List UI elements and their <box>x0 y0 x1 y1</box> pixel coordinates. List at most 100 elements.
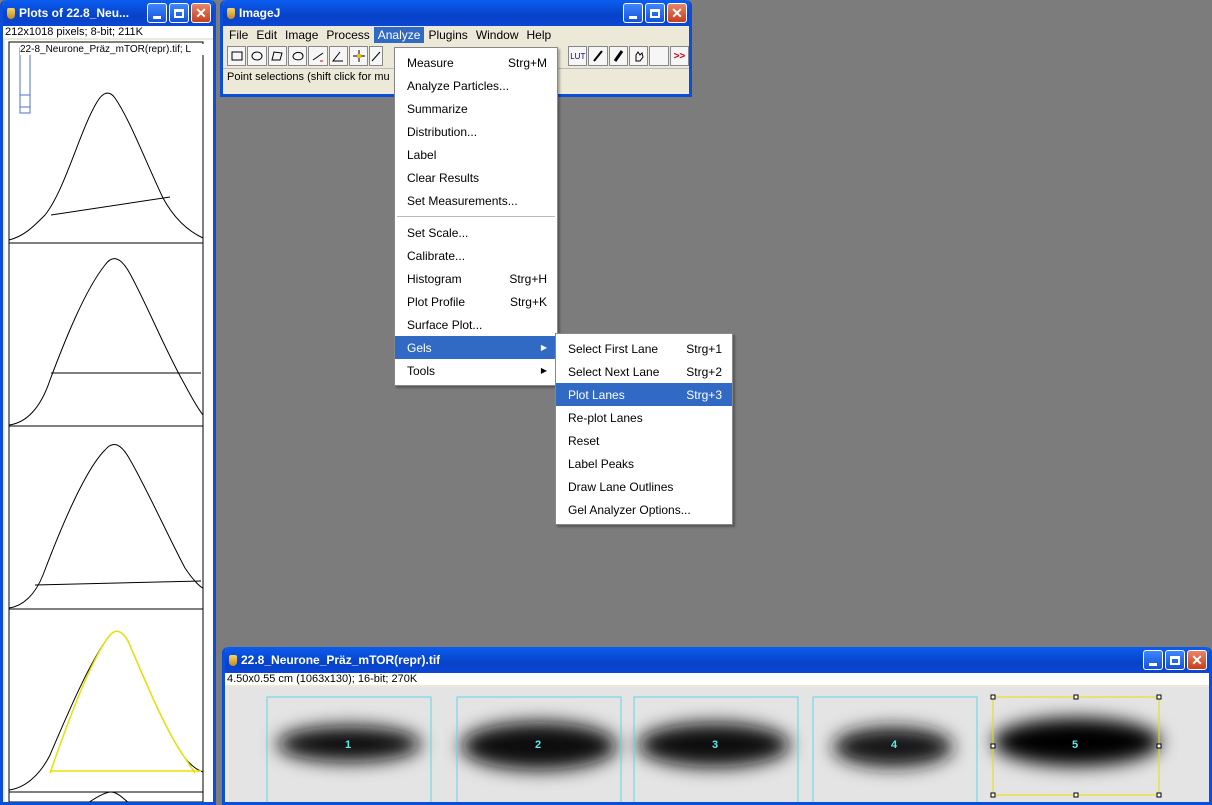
maximize-icon <box>1170 655 1180 665</box>
menu-item-label[interactable]: Label <box>395 143 557 166</box>
menu-image[interactable]: Image <box>281 27 322 43</box>
analyze-menu: Measure Strg+M Analyze Particles... Summa… <box>394 47 558 386</box>
menu-item-re-plot-lanes[interactable]: Re-plot Lanes <box>556 406 732 429</box>
gel-window-title: 22.8_Neurone_Präz_mTOR(repr).tif <box>241 653 441 667</box>
java-cup-icon <box>227 7 235 19</box>
menu-item-histogram[interactable]: Histogram Strg+H <box>395 267 557 290</box>
line-tool[interactable] <box>308 46 328 66</box>
oval-tool[interactable] <box>247 46 267 66</box>
menu-item-measure[interactable]: Measure Strg+M <box>395 51 557 74</box>
hand-icon <box>635 51 644 62</box>
brush-icon <box>614 50 624 62</box>
point-tool[interactable] <box>348 46 369 66</box>
close-button[interactable]: ✕ <box>191 3 211 23</box>
menu-item-plot-lanes[interactable]: Plot Lanes Strg+3 <box>556 383 732 406</box>
freehand-icon <box>292 51 304 61</box>
menu-item-summarize[interactable]: Summarize <box>395 97 557 120</box>
menu-item-clear-results[interactable]: Clear Results <box>395 166 557 189</box>
maximize-button[interactable] <box>169 3 189 23</box>
lane-label: 5 <box>1072 739 1079 751</box>
java-cup-icon <box>7 7 15 19</box>
close-button[interactable]: ✕ <box>1187 650 1207 670</box>
lut-label: LUT <box>570 51 586 61</box>
maximize-button[interactable] <box>1165 650 1185 670</box>
gel-title-bar[interactable]: 22.8_Neurone_Präz_mTOR(repr).tif ✕ <box>225 647 1209 673</box>
submenu-arrow-icon: ▶ <box>540 343 547 352</box>
wand-tool[interactable] <box>369 46 384 66</box>
menu-plugins[interactable]: Plugins <box>424 27 471 43</box>
blank-tool[interactable] <box>649 46 669 66</box>
menu-process[interactable]: Process <box>322 27 373 43</box>
hand-tool[interactable] <box>629 46 649 66</box>
lut-tool[interactable]: LUT <box>568 46 588 66</box>
menu-edit[interactable]: Edit <box>252 27 281 43</box>
freehand-tool[interactable] <box>287 46 308 66</box>
angle-tool[interactable] <box>328 46 348 66</box>
menu-file[interactable]: File <box>225 27 252 43</box>
lane-label: 2 <box>535 739 542 751</box>
gel-image <box>229 687 1209 802</box>
menu-item-label-peaks[interactable]: Label Peaks <box>556 452 732 475</box>
menu-item-calibrate[interactable]: Calibrate... <box>395 244 557 267</box>
menu-item-set-scale[interactable]: Set Scale... <box>395 221 557 244</box>
imagej-title-bar[interactable]: ImageJ ✕ <box>223 0 689 26</box>
lane-label: 4 <box>891 739 898 751</box>
line-icon <box>312 52 324 62</box>
submenu-arrow-icon: ▶ <box>540 366 547 375</box>
lane-4-profile <box>8 630 204 791</box>
brush-tool[interactable] <box>608 46 629 66</box>
gel-canvas[interactable]: 1 2 3 4 5 <box>229 687 1209 802</box>
gels-submenu: Select First Lane Strg+1 Select Next Lane… <box>555 333 733 525</box>
close-button[interactable]: ✕ <box>667 3 687 23</box>
lane-label: 1 <box>345 739 352 751</box>
menu-item-set-measurements[interactable]: Set Measurements... <box>395 189 557 212</box>
menu-window[interactable]: Window <box>472 27 523 43</box>
more-tools-button[interactable]: >> <box>669 46 689 66</box>
maximize-icon <box>174 8 184 18</box>
polygon-tool[interactable] <box>267 46 287 66</box>
wand-icon <box>371 51 381 62</box>
rectangle-tool[interactable] <box>227 46 247 66</box>
rectangle-icon <box>231 51 243 61</box>
lane-profile-plots <box>8 41 204 802</box>
maximize-button[interactable] <box>645 3 665 23</box>
menu-item-analyze-particles[interactable]: Analyze Particles... <box>395 74 557 97</box>
lane-2-profile <box>8 258 204 426</box>
menu-item-reset[interactable]: Reset <box>556 429 732 452</box>
plots-caption: 22-8_Neurone_Präz_mTOR(repr).tif; L <box>20 44 208 55</box>
menu-item-surface-plot[interactable]: Surface Plot... <box>395 313 557 336</box>
lane-4-highlight <box>49 630 196 774</box>
pencil-icon <box>593 50 603 62</box>
minimize-icon <box>153 15 161 19</box>
lane-1-baseline <box>50 196 171 216</box>
menu-item-select-next-lane[interactable]: Select Next Lane Strg+2 <box>556 360 732 383</box>
menu-help[interactable]: Help <box>523 27 556 43</box>
menu-analyze[interactable]: Analyze <box>373 27 425 43</box>
plots-canvas[interactable] <box>5 40 213 802</box>
menu-item-distribution[interactable]: Distribution... <box>395 120 557 143</box>
menu-item-draw-lane-outlines[interactable]: Draw Lane Outlines <box>556 475 732 498</box>
close-icon: ✕ <box>671 5 683 21</box>
lane-label: 3 <box>712 739 719 751</box>
menu-item-tools[interactable]: Tools ▶ <box>395 359 557 382</box>
java-cup-icon <box>229 654 237 666</box>
minimize-icon <box>629 15 637 19</box>
menu-item-plot-profile[interactable]: Plot Profile Strg+K <box>395 290 557 313</box>
minimize-button[interactable] <box>147 3 167 23</box>
angle-icon <box>332 51 344 62</box>
imagej-window-title: ImageJ <box>239 6 281 20</box>
maximize-icon <box>650 8 660 18</box>
lane-3-baseline <box>34 580 202 586</box>
menu-item-gel-analyzer-options[interactable]: Gel Analyzer Options... <box>556 498 732 521</box>
minimize-button[interactable] <box>1143 650 1163 670</box>
plots-title-bar[interactable]: Plots of 22.8_Neu... ✕ <box>3 0 213 26</box>
menu-item-gels[interactable]: Gels ▶ <box>395 336 557 359</box>
pencil-tool[interactable] <box>588 46 608 66</box>
more-label: >> <box>673 50 686 62</box>
oval-icon <box>251 51 263 61</box>
gel-window: 22.8_Neurone_Präz_mTOR(repr).tif ✕ 4.50x… <box>222 647 1212 805</box>
menu-item-select-first-lane[interactable]: Select First Lane Strg+1 <box>556 337 732 360</box>
menu-separator <box>397 216 555 217</box>
minimize-button[interactable] <box>623 3 643 23</box>
plots-window: Plots of 22.8_Neu... ✕ 212x1018 pixels; … <box>0 0 216 805</box>
